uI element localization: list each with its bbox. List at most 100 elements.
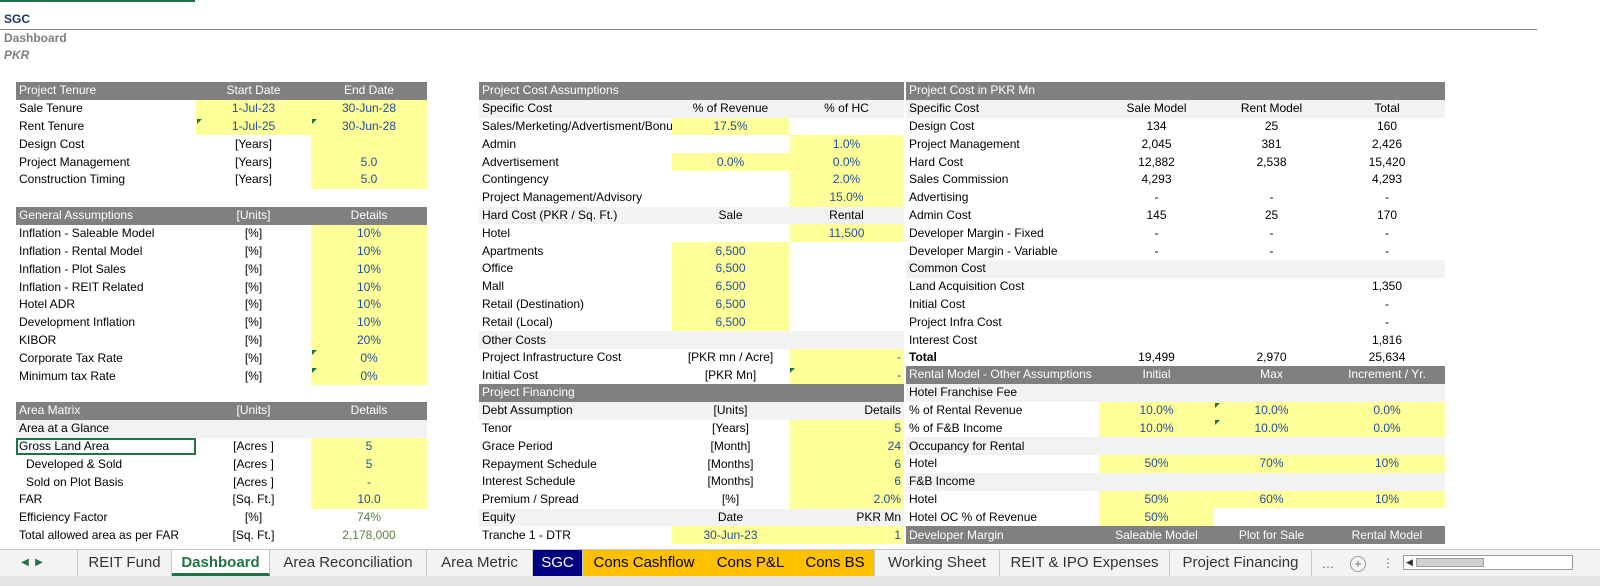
value-cell[interactable]: [672, 224, 789, 242]
value-cell[interactable]: 0%: [311, 367, 427, 385]
table-row[interactable]: Admin Cost 145 25 170: [906, 207, 1445, 225]
row-label[interactable]: Total allowed area as per FAR: [16, 527, 196, 545]
table-row[interactable]: Office 6,500: [479, 259, 904, 278]
value-cell[interactable]: 10%: [311, 260, 427, 279]
row-label[interactable]: Repayment Schedule: [479, 455, 672, 473]
row-label[interactable]: Hotel: [479, 224, 672, 242]
value-cell[interactable]: [1099, 313, 1214, 331]
value-cell[interactable]: -: [1099, 189, 1214, 207]
tab-cons-bs[interactable]: Cons BS: [796, 550, 875, 576]
value-cell[interactable]: [789, 296, 904, 314]
value-cell[interactable]: 15.0%: [789, 188, 904, 207]
value-cell[interactable]: 6,500: [672, 313, 789, 332]
row-label[interactable]: Mall: [479, 278, 672, 296]
value-cell[interactable]: 10.0%: [1214, 401, 1329, 420]
value-cell[interactable]: -: [1329, 189, 1445, 207]
value-cell[interactable]: -: [1329, 313, 1445, 331]
value-cell[interactable]: 10.0%: [1214, 419, 1329, 438]
row-label[interactable]: Rent Tenure: [16, 118, 196, 136]
row-label[interactable]: Corporate Tax Rate: [16, 349, 196, 367]
unit-cell[interactable]: [%]: [196, 278, 311, 296]
row-label[interactable]: Hotel ADR: [16, 296, 196, 314]
value-cell[interactable]: 50%: [1099, 508, 1214, 527]
row-label[interactable]: Project Management: [906, 135, 1099, 153]
value-cell[interactable]: 0.0%: [1329, 401, 1445, 420]
unit-cell[interactable]: [%]: [196, 314, 311, 332]
date-cell[interactable]: 30-Jun-23: [672, 526, 789, 545]
row-label[interactable]: % of Rental Revenue: [906, 402, 1099, 420]
tab-scroll-right-icon[interactable]: ▶: [30, 550, 48, 576]
total-cell[interactable]: 2,970: [1214, 349, 1329, 367]
value-cell[interactable]: [789, 278, 904, 296]
value-cell[interactable]: -: [1214, 224, 1329, 242]
value-cell[interactable]: -: [1329, 296, 1445, 314]
value-cell[interactable]: [1214, 331, 1329, 349]
unit-cell[interactable]: [Acres ]: [196, 473, 311, 491]
table-row[interactable]: Hard Cost 12,882 2,538 15,420: [906, 153, 1445, 171]
value-cell[interactable]: 134: [1099, 118, 1214, 136]
unit-cell[interactable]: [%]: [196, 296, 311, 314]
value-cell[interactable]: 1.0%: [789, 135, 904, 154]
value-cell[interactable]: 5.0: [311, 170, 427, 189]
row-label[interactable]: Land Acquisition Cost: [906, 278, 1099, 296]
value-cell[interactable]: 0.0%: [789, 153, 904, 171]
row-label[interactable]: Advertisement: [479, 153, 672, 171]
value-cell[interactable]: 5: [311, 437, 427, 456]
row-label[interactable]: Developer Margin - Variable: [906, 242, 1099, 260]
row-label[interactable]: Hotel: [906, 455, 1099, 473]
unit-cell[interactable]: [PKR mn / Acre]: [672, 349, 789, 367]
table-row[interactable]: Sale Tenure 1-Jul-23 30-Jun-28: [16, 99, 427, 118]
row-label[interactable]: KIBOR: [16, 332, 196, 350]
row-label[interactable]: Hotel OC % of Revenue: [906, 508, 1099, 526]
row-label[interactable]: Sales/Merketing/Advertisment/Bonus: [479, 118, 672, 136]
row-label[interactable]: Tenor: [479, 420, 672, 438]
value-cell[interactable]: 170: [1329, 207, 1445, 225]
value-cell[interactable]: 70%: [1214, 454, 1329, 473]
row-label[interactable]: Project Management: [16, 153, 196, 171]
value-cell[interactable]: 4,293: [1099, 171, 1214, 189]
row-label[interactable]: Design Cost: [906, 118, 1099, 136]
unit-cell[interactable]: [Months]: [672, 473, 789, 491]
tab-working-sheet[interactable]: Working Sheet: [875, 550, 1000, 576]
table-row[interactable]: Grace Period [Month] 24: [479, 437, 904, 456]
value-cell[interactable]: 1,350: [1329, 278, 1445, 296]
value-cell[interactable]: -: [1214, 242, 1329, 260]
value-cell[interactable]: [1329, 508, 1445, 526]
table-row[interactable]: Repayment Schedule [Months] 6: [479, 455, 904, 473]
unit-cell[interactable]: [PKR Mn]: [672, 367, 789, 385]
table-row[interactable]: Interest Cost 1,816: [906, 331, 1445, 349]
value-cell[interactable]: 2.0%: [789, 170, 904, 189]
unit-cell[interactable]: [Years]: [196, 153, 311, 171]
value-cell[interactable]: 10%: [1329, 454, 1445, 473]
value-cell[interactable]: 12,882: [1099, 153, 1214, 171]
table-row[interactable]: Inflation - Plot Sales [%] 10%: [16, 260, 427, 279]
value-cell[interactable]: -: [1214, 189, 1329, 207]
row-label[interactable]: Project Management/Advisory: [479, 189, 672, 207]
table-row[interactable]: Project Management 2,045 381 2,426: [906, 135, 1445, 153]
table-row[interactable]: Sales/Merketing/Advertisment/Bonus 17.5%: [479, 117, 904, 136]
row-label[interactable]: Grace Period: [479, 437, 672, 455]
value-cell[interactable]: 10%: [311, 295, 427, 314]
value-cell[interactable]: 15,420: [1329, 153, 1445, 171]
value-cell[interactable]: 6,500: [672, 259, 789, 278]
table-row[interactable]: Premium / Spread [%] 2.0%: [479, 490, 904, 509]
table-row[interactable]: Hotel ADR [%] 10%: [16, 295, 427, 314]
unit-cell[interactable]: [Acres ]: [196, 455, 311, 473]
start-date-cell[interactable]: 1-Jul-23: [196, 99, 311, 118]
value-cell[interactable]: [789, 118, 904, 136]
value-cell[interactable]: [1214, 508, 1329, 526]
table-row[interactable]: Project Management [Years] 5.0: [16, 153, 427, 171]
value-cell[interactable]: 74%: [311, 509, 427, 527]
value-cell[interactable]: 24: [789, 437, 904, 456]
value-cell[interactable]: 5: [311, 455, 427, 474]
table-row[interactable]: Sales Commission 4,293 4,293: [906, 171, 1445, 189]
table-row[interactable]: % of F&B Income 10.0% 10.0% 0.0%: [906, 419, 1445, 438]
tab-area-metric[interactable]: Area Metric: [427, 550, 533, 576]
value-cell[interactable]: -: [1329, 224, 1445, 242]
unit-cell[interactable]: [%]: [196, 225, 311, 243]
row-label[interactable]: Hotel: [906, 491, 1099, 509]
row-label[interactable]: Initial Cost: [906, 296, 1099, 314]
table-row[interactable]: Retail (Destination) 6,500: [479, 295, 904, 314]
value-cell[interactable]: 10.0%: [1099, 419, 1214, 438]
value-cell[interactable]: [789, 242, 904, 260]
